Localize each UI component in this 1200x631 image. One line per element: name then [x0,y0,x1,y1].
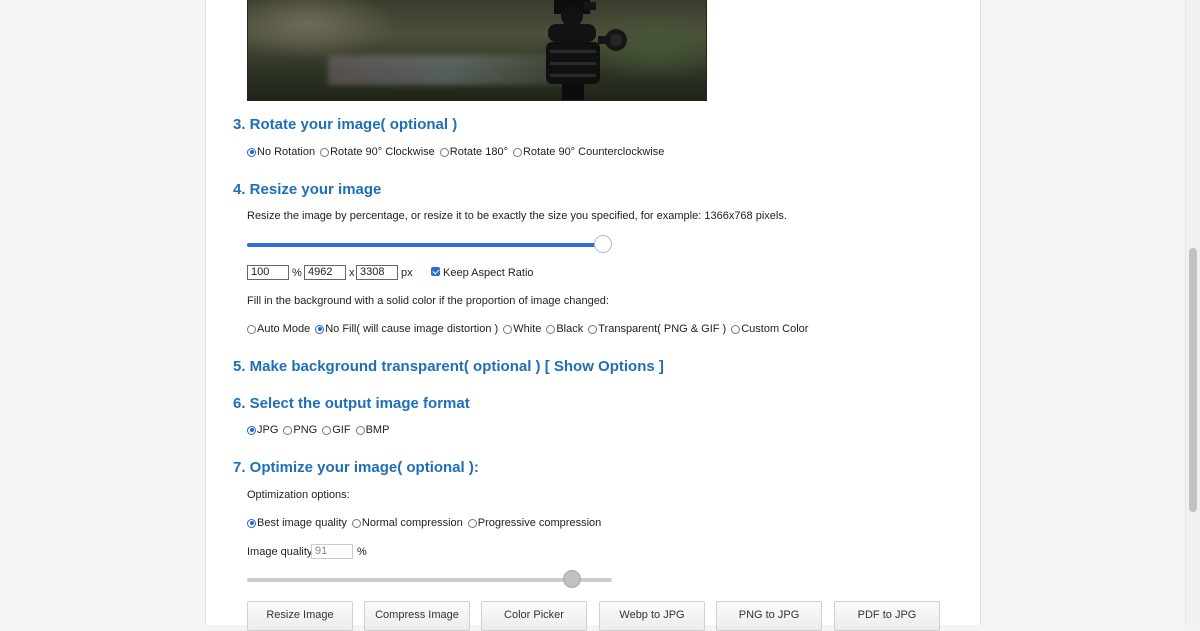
slider-knob[interactable] [562,570,581,588]
compress-image-button[interactable]: Compress Image [364,601,470,631]
radio-icon[interactable] [588,324,598,334]
rotate-option-none[interactable]: No Rotation [247,146,315,158]
percent-unit: % [292,267,302,279]
optimize-option-progressive[interactable]: Progressive compression [467,517,601,529]
quality-slider[interactable] [247,570,612,590]
radio-icon[interactable] [320,147,330,157]
radio-icon[interactable] [247,324,256,334]
keep-aspect-label: Keep Aspect Ratio [443,267,534,279]
fill-option-custom[interactable]: Custom Color [731,323,808,335]
resize-description: Resize the image by percentage, or resiz… [247,210,787,222]
radio-icon[interactable] [322,425,332,435]
format-section-title: 6. Select the output image format [233,395,470,412]
show-options-link[interactable]: [ Show Options ] [545,358,664,375]
format-option-jpg[interactable]: JPG [247,424,278,436]
optimize-option-normal[interactable]: Normal compression [351,517,463,529]
times-sign: x [349,267,355,279]
transparent-section-title: 5. Make background transparent( optional… [233,358,664,375]
scrollbar-thumb[interactable] [1189,248,1197,512]
webp-to-jpg-button[interactable]: Webp to JPG [599,601,705,631]
optimize-section-title: 7. Optimize your image( optional ): [233,459,479,476]
slider-fill [247,243,603,247]
optimize-option-best[interactable]: Best image quality [247,517,347,529]
image-preview [247,0,707,101]
rotate-option-90-ccw[interactable]: Rotate 90° Counterclockwise [512,146,664,158]
pdf-to-jpg-button[interactable]: PDF to JPG [834,601,940,631]
fill-option-black[interactable]: Black [546,323,583,335]
slider-knob[interactable] [594,235,612,253]
fill-option-white[interactable]: White [503,323,541,335]
resize-section-title: 4. Resize your image [233,181,382,198]
fill-option-none[interactable]: No Fill( will cause image distortion ) [315,323,498,335]
radio-selected-icon[interactable] [247,147,256,157]
radio-icon[interactable] [355,425,365,435]
percent-input[interactable]: 100 [247,265,289,280]
optimize-options-label: Optimization options: [247,489,350,501]
rotate-options: No Rotation Rotate 90° Clockwise Rotate … [247,146,669,158]
fill-options: Auto Mode No Fill( will cause image dist… [247,323,813,335]
radio-icon[interactable] [467,518,477,528]
quality-label: Image quality: [247,546,316,558]
width-input[interactable]: 4962 [304,265,346,280]
radio-icon[interactable] [512,147,522,157]
radio-selected-icon[interactable] [315,324,325,334]
format-option-bmp[interactable]: BMP [355,424,389,436]
radio-icon[interactable] [283,425,293,435]
radio-selected-icon[interactable] [247,425,256,435]
optimize-options: Best image quality Normal compression Pr… [247,517,606,529]
camera-tripod-head-icon [546,0,627,100]
radio-selected-icon[interactable] [247,518,256,528]
radio-icon[interactable] [731,324,741,334]
quality-input[interactable]: 91 [311,544,353,559]
format-option-png[interactable]: PNG [283,424,317,436]
px-unit: px [401,267,413,279]
fill-option-auto[interactable]: Auto Mode [247,323,310,335]
rotate-option-90-cw[interactable]: Rotate 90° Clockwise [320,146,435,158]
height-input[interactable]: 3308 [356,265,398,280]
radio-icon[interactable] [546,324,556,334]
radio-icon[interactable] [503,324,513,334]
resize-image-button[interactable]: Resize Image [247,601,353,631]
page-scrollbar[interactable] [1185,0,1200,625]
radio-icon[interactable] [351,518,361,528]
quality-unit: % [357,546,367,558]
rotate-option-180[interactable]: Rotate 180° [439,146,508,158]
slider-fill [247,578,572,582]
fill-description: Fill in the background with a solid colo… [247,295,609,307]
transparent-title-text: 5. Make background transparent( optional… [233,358,541,375]
fill-option-transparent[interactable]: Transparent( PNG & GIF ) [588,323,726,335]
radio-icon[interactable] [439,147,449,157]
format-option-gif[interactable]: GIF [322,424,351,436]
format-options: JPG PNG GIF BMP [247,424,394,436]
resize-slider[interactable] [247,235,612,255]
png-to-jpg-button[interactable]: PNG to JPG [716,601,822,631]
rotate-section-title: 3. Rotate your image( optional ) [233,116,458,133]
keep-aspect-checkbox[interactable] [431,267,440,276]
color-picker-button[interactable]: Color Picker [481,601,587,631]
